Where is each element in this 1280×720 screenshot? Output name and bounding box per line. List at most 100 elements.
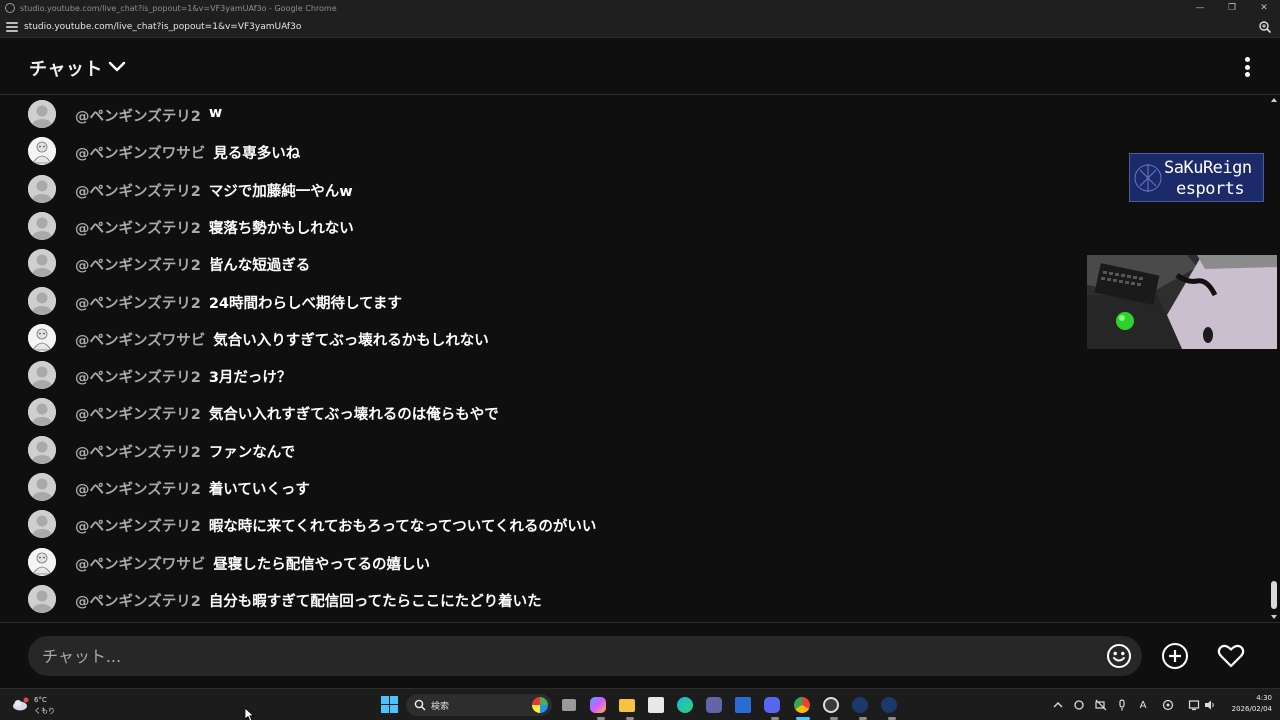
start-button[interactable] xyxy=(381,696,399,714)
chat-message[interactable]: @ペンギンズテリ2 気合い入れすぎてぶっ壊れるのは俺らもやで xyxy=(0,394,1080,431)
heart-button[interactable] xyxy=(1212,637,1250,675)
heart-icon xyxy=(1217,644,1245,668)
chat-input[interactable] xyxy=(28,636,1142,676)
avatar[interactable] xyxy=(28,323,56,352)
scroll-down-arrow-icon[interactable] xyxy=(1271,615,1277,619)
message-author[interactable]: @ペンギンズテリ2 xyxy=(75,254,201,275)
scroll-thumb[interactable] xyxy=(1271,581,1277,609)
network-icon[interactable] xyxy=(1187,698,1201,712)
close-window-button[interactable]: ✕ xyxy=(1248,0,1280,16)
edge-button[interactable] xyxy=(675,695,695,715)
sync-icon[interactable] xyxy=(1072,698,1086,712)
obs-button[interactable] xyxy=(821,695,841,715)
zoom-icon[interactable] xyxy=(1258,20,1272,34)
message-author[interactable]: @ペンギンズワサビ xyxy=(75,329,205,350)
url-text[interactable]: studio.youtube.com/live_chat?is_popout=1… xyxy=(24,22,301,32)
clock-date: 2026/02/04 xyxy=(1231,705,1272,713)
message-text: 自分も暇すぎて配信回ってたらここにたどり着いた xyxy=(208,593,542,610)
store-button[interactable] xyxy=(646,695,666,715)
avatar[interactable] xyxy=(28,398,56,427)
chat-message[interactable]: @ペンギンズテリ2 自分も暇すぎて配信回ってたらここにたどり着いた xyxy=(0,581,1080,618)
chat-message[interactable]: @ペンギンズワサビ 気合い入りすぎてぶっ壊れるかもしれない xyxy=(0,320,1080,357)
copilot-tray-icon[interactable] xyxy=(1161,698,1175,712)
message-text: 寝落ち勢かもしれない xyxy=(208,220,354,237)
microphone-icon[interactable] xyxy=(1115,698,1129,712)
avatar[interactable] xyxy=(28,137,56,166)
avatar[interactable] xyxy=(28,211,56,240)
message-author[interactable]: @ペンギンズテリ2 xyxy=(75,403,201,424)
avatar[interactable] xyxy=(28,473,56,501)
chat-message[interactable]: @ペンギンズテリ2 24時間わらしべ期待してます xyxy=(0,283,1080,320)
avatar[interactable] xyxy=(28,510,56,539)
emoji-button[interactable] xyxy=(1100,637,1138,675)
task-view-button[interactable] xyxy=(559,695,579,715)
app-button-blue[interactable] xyxy=(733,695,753,715)
message-author[interactable]: @ペンギンズテリ2 xyxy=(75,590,201,611)
avatar[interactable] xyxy=(28,361,56,390)
avatar[interactable] xyxy=(28,174,56,203)
message-author[interactable]: @ペンギンズワサビ xyxy=(75,553,205,574)
chat-message[interactable]: @ペンギンズテリ2 3月だっけ？ xyxy=(0,357,1080,394)
minimize-button[interactable]: — xyxy=(1184,0,1216,16)
more-options-button[interactable] xyxy=(1236,56,1258,78)
teams-icon xyxy=(706,697,722,713)
volume-icon[interactable] xyxy=(1203,698,1217,712)
taskbar-clock[interactable]: 4:30 2026/02/04 xyxy=(1226,693,1272,715)
chat-message[interactable]: @ペンギンズテリ2 w xyxy=(0,96,1080,133)
logo-text-line2: esports xyxy=(1176,179,1245,199)
message-author[interactable]: @ペンギンズワサビ xyxy=(75,142,205,163)
weather-widget[interactable]: 6°C くもり xyxy=(10,692,70,718)
chat-message[interactable]: @ペンギンズワサビ 見る専多いね xyxy=(0,133,1080,170)
search-highlight-icon xyxy=(532,697,548,713)
avatar[interactable] xyxy=(28,547,56,576)
app-blue-icon xyxy=(735,697,751,713)
chat-message[interactable]: @ペンギンズテリ2 皆んな短過ぎる xyxy=(0,245,1080,282)
restore-button[interactable]: ❐ xyxy=(1216,0,1248,16)
message-author[interactable]: @ペンギンズテリ2 xyxy=(75,217,201,238)
scroll-up-arrow-icon[interactable] xyxy=(1271,98,1277,102)
camera-off-icon[interactable] xyxy=(1094,698,1108,712)
chat-message[interactable]: @ペンギンズワサビ 昼寝したら配信やってるの嬉しい xyxy=(0,544,1080,581)
avatar[interactable] xyxy=(28,286,56,315)
plus-circle-icon xyxy=(1162,643,1188,669)
chat-message[interactable]: @ペンギンズテリ2 着いていくっす xyxy=(0,469,1080,506)
message-author[interactable]: @ペンギンズテリ2 xyxy=(75,441,201,462)
copilot-button[interactable] xyxy=(588,695,608,715)
chrome-icon xyxy=(794,697,810,713)
chat-title[interactable]: チャット xyxy=(29,55,103,81)
chrome-button[interactable] xyxy=(792,695,812,715)
chat-message[interactable]: @ペンギンズテリ2 暇な時に来てくれておもろってなってついてくれるのがいい xyxy=(0,506,1080,543)
steam-button[interactable] xyxy=(850,695,870,715)
message-text: 3月だっけ？ xyxy=(208,370,292,387)
chevron-down-icon[interactable] xyxy=(108,58,126,74)
taskbar-search[interactable]: 検索 xyxy=(406,694,552,716)
avatar[interactable] xyxy=(28,100,56,128)
chat-message[interactable]: @ペンギンズテリ2 ファンなんで xyxy=(0,432,1080,469)
message-author[interactable]: @ペンギンズテリ2 xyxy=(75,105,201,126)
avatar[interactable] xyxy=(28,249,56,278)
message-author[interactable]: @ペンギンズテリ2 xyxy=(75,292,201,313)
chat-message[interactable]: @ペンギンズテリ2 マジで加藤純一やんw xyxy=(0,171,1080,208)
ime-indicator[interactable]: A xyxy=(1136,698,1150,712)
add-button[interactable] xyxy=(1156,637,1194,675)
message-author[interactable]: @ペンギンズテリ2 xyxy=(75,478,201,499)
sakureign-logo: SaKuReign esports xyxy=(1129,153,1264,202)
message-author[interactable]: @ペンギンズテリ2 xyxy=(75,515,201,536)
cloud-icon xyxy=(13,697,29,711)
chat-scrollbar[interactable] xyxy=(1268,95,1280,622)
tray-overflow-chevron-icon[interactable] xyxy=(1051,698,1065,712)
steam-button-2[interactable] xyxy=(879,695,899,715)
message-author[interactable]: @ペンギンズテリ2 xyxy=(75,180,201,201)
avatar[interactable] xyxy=(28,435,56,464)
message-text: マジで加藤純一やんw xyxy=(208,183,353,200)
message-text: 昼寝したら配信やってるの嬉しい xyxy=(213,556,430,573)
chat-message[interactable]: @ペンギンズテリ2 寝落ち勢かもしれない xyxy=(0,208,1080,245)
site-settings-icon[interactable] xyxy=(6,21,18,32)
smiley-icon xyxy=(1107,644,1131,668)
teams-button[interactable] xyxy=(704,695,724,715)
file-explorer-button[interactable] xyxy=(617,695,637,715)
message-author[interactable]: @ペンギンズテリ2 xyxy=(75,366,201,387)
discord-button[interactable] xyxy=(762,695,782,715)
avatar[interactable] xyxy=(28,584,56,613)
message-text: 皆んな短過ぎる xyxy=(208,258,311,275)
